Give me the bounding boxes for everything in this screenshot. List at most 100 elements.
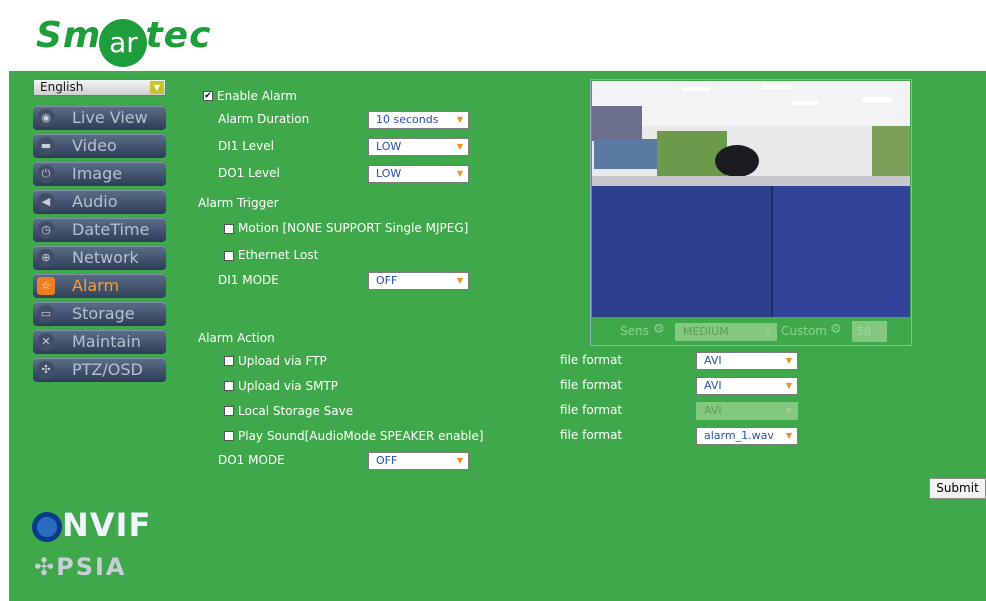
nav-network[interactable]: ⊕ Network [33,246,166,270]
di1-level-value: LOW [376,140,402,153]
psia-mark-icon: ✣ [34,553,57,581]
logo-text-left: Sm [36,15,102,56]
local-file-format-select[interactable]: AVI ▼ [696,402,798,420]
nav-label: Alarm [72,276,120,295]
sound-format-value: alarm_1.wav [704,429,774,442]
local-format-value: AVI [704,404,722,417]
nav-label: Maintain [72,332,141,351]
camera-icon: ▬ [37,137,55,155]
language-value: English [40,80,84,94]
smtp-file-format-select[interactable]: AVI ▼ [696,377,798,395]
custom-input[interactable]: 50 [852,321,887,342]
motion-label: Motion [NONE SUPPORT Single MJPEG] [238,221,469,235]
chevron-down-icon: ▼ [456,169,463,178]
custom-gear-icon: ⚙ [830,322,842,337]
nav-live-view[interactable]: ◉ Live View [33,106,166,130]
clock-icon: ◷ [37,221,55,239]
camera-preview[interactable] [592,81,910,317]
di1-level-select[interactable]: LOW ▼ [368,138,469,156]
custom-label: Custom [781,324,827,338]
psia-logo: ✣PSIA [34,553,127,581]
do1-level-value: LOW [376,167,402,180]
do1-mode-select[interactable]: OFF ▼ [368,452,469,470]
di1-mode-value: OFF [376,274,398,287]
chevron-down-icon: ▼ [456,115,463,124]
chevron-down-icon: ▼ [764,327,771,336]
do1-level-label: DO1 Level [218,166,280,180]
smartec-logo: Sm ar tec [36,10,212,67]
upload-smtp-label: Upload via SMTP [238,379,339,393]
sound-file-format-label: file format [560,428,623,442]
play-sound-checkbox[interactable] [224,431,234,441]
local-file-format-label: file format [560,403,623,417]
alarm-duration-label: Alarm Duration [218,112,310,126]
submit-button[interactable]: Submit [929,478,986,499]
ethernet-lost-checkbox[interactable] [224,251,234,261]
di1-mode-select[interactable]: OFF ▼ [368,272,469,290]
chevron-down-icon: ▼ [785,406,792,415]
upload-ftp-checkbox[interactable] [224,356,234,366]
smtp-format-value: AVI [704,379,722,392]
nav-label: DateTime [72,220,150,239]
power-icon: ⏻ [37,165,55,183]
enable-alarm-label: Enable Alarm [217,89,297,103]
sens-value: MEDIUM [683,325,729,338]
speaker-icon: ◀ [37,193,55,211]
alarm-trigger-heading: Alarm Trigger [198,196,279,210]
nav-label: Network [72,248,139,267]
play-sound-label: Play Sound[AudioMode SPEAKER enable] [238,429,484,443]
nav-ptz-osd[interactable]: ✣ PTZ/OSD [33,358,166,382]
upload-ftp-label: Upload via FTP [238,354,327,368]
di1-mode-label: DI1 MODE [218,273,279,287]
chevron-down-icon: ▼ [456,276,463,285]
nav-label: Storage [72,304,135,323]
smtp-file-format-label: file format [560,378,623,392]
nav-label: Image [72,164,123,183]
nav-audio[interactable]: ◀ Audio [33,190,166,214]
do1-level-select[interactable]: LOW ▼ [368,165,469,183]
chevron-down-icon: ▼ [150,81,164,94]
chevron-down-icon: ▼ [456,456,463,465]
local-storage-label: Local Storage Save [238,404,354,418]
onvif-ring-icon [32,512,62,542]
enable-alarm-checkbox[interactable]: ✔ [203,91,213,101]
logo-text-right: tec [145,15,212,56]
sound-file-select[interactable]: alarm_1.wav ▼ [696,427,798,445]
nav-datetime[interactable]: ◷ DateTime [33,218,166,242]
upload-smtp-checkbox[interactable] [224,381,234,391]
nav-storage[interactable]: ▭ Storage [33,302,166,326]
nav-label: Audio [72,192,118,211]
nav-maintain[interactable]: ✕ Maintain [33,330,166,354]
ethernet-lost-label: Ethernet Lost [238,248,319,262]
alarm-action-heading: Alarm Action [198,331,275,345]
ptz-icon: ✣ [37,361,55,379]
custom-value: 50 [857,325,871,338]
nav-alarm[interactable]: ☆ Alarm [33,274,166,298]
nav-video[interactable]: ▬ Video [33,134,166,158]
star-icon: ☆ [37,277,55,295]
sens-select[interactable]: MEDIUM ▼ [675,323,777,341]
local-storage-checkbox[interactable] [224,406,234,416]
chevron-down-icon: ▼ [785,356,792,365]
do1-mode-label: DO1 MODE [218,453,285,467]
ftp-format-value: AVI [704,354,722,367]
di1-level-label: DI1 Level [218,139,274,153]
alarm-duration-select[interactable]: 10 seconds ▼ [368,111,469,129]
tools-icon: ✕ [37,333,55,351]
psia-text: PSIA [56,553,127,581]
onvif-logo: NVIF [32,506,151,544]
language-select[interactable]: English ▼ [33,79,166,96]
motion-checkbox[interactable] [224,224,234,234]
globe-icon: ⊕ [37,249,55,267]
sens-label: Sens [620,324,649,338]
camera-scene [592,81,910,317]
speech-icon: ◉ [37,109,55,127]
sens-gear-icon: ⚙ [653,322,665,337]
ftp-file-format-label: file format [560,353,623,367]
ftp-file-format-select[interactable]: AVI ▼ [696,352,798,370]
logo-ring: ar [99,18,148,67]
chevron-down-icon: ▼ [785,431,792,440]
chevron-down-icon: ▼ [456,142,463,151]
nav-label: Live View [72,108,148,127]
nav-image[interactable]: ⏻ Image [33,162,166,186]
